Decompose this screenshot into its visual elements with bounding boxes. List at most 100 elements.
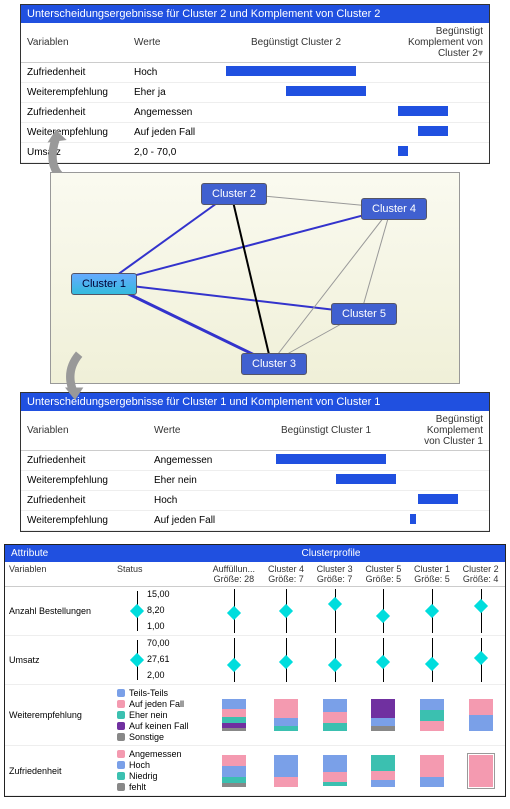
cluster-node-c4[interactable]: Cluster 4 <box>361 198 427 220</box>
scale-cell[interactable] <box>408 636 457 685</box>
swatch <box>117 772 125 780</box>
cluster-node-c1[interactable]: Cluster 1 <box>71 273 137 295</box>
cell-favors-cluster <box>250 451 402 471</box>
cell-favors-cluster <box>250 491 402 511</box>
scale-cell[interactable] <box>408 587 457 636</box>
table-row[interactable]: ZufriedenheitAngemessen <box>21 451 489 471</box>
cell-favors-cluster <box>250 471 402 491</box>
col-status[interactable]: Status <box>113 562 206 587</box>
col-favors-cluster[interactable]: Begünstigt Cluster 2 <box>220 23 372 63</box>
stack-cell[interactable] <box>262 746 311 796</box>
stack-cell[interactable] <box>408 685 457 746</box>
stack-cell[interactable] <box>359 685 408 746</box>
cell-favors-cluster <box>220 83 372 103</box>
favor-bar <box>410 514 416 524</box>
favor-bar <box>336 474 396 484</box>
col-favors-cluster[interactable]: Begünstigt Cluster 1 <box>250 411 402 451</box>
col-favors-complement[interactable]: Begünstigt Komplement von Cluster 1 <box>402 411 489 451</box>
category-legend: AngemessenHochNiedrigfehlt <box>117 749 202 792</box>
scale-cell[interactable] <box>262 587 311 636</box>
cell-favors-cluster <box>220 103 372 123</box>
legend-label: fehlt <box>129 782 146 792</box>
table-row[interactable]: Umsatz2,0 - 70,0 <box>21 143 489 163</box>
cell-value: Hoch <box>148 491 250 511</box>
panel-title: Unterscheidungsergebnisse für Cluster 2 … <box>27 8 380 20</box>
stack-cell[interactable] <box>456 685 505 746</box>
cell-value: Hoch <box>128 63 220 83</box>
cluster-node-c2[interactable]: Cluster 2 <box>201 183 267 205</box>
stack-cell[interactable] <box>206 685 262 746</box>
stacked-bar <box>222 755 246 787</box>
table-row[interactable]: ZufriedenheitAngemessen <box>21 103 489 123</box>
scale-cell[interactable] <box>359 587 408 636</box>
table-row[interactable]: WeiterempfehlungAuf jeden Fall <box>21 123 489 143</box>
col-variablen[interactable]: Variablen <box>21 23 128 63</box>
swatch <box>117 711 125 719</box>
table-row[interactable]: WeiterempfehlungEher nein <box>21 471 489 491</box>
legend-label: Hoch <box>129 760 150 770</box>
legend-label: Eher nein <box>129 710 168 720</box>
cell-variable: Zufriedenheit <box>21 451 148 471</box>
stack-cell[interactable] <box>456 746 505 796</box>
cluster-column[interactable]: Auffüllun...Größe: 28 <box>206 562 262 587</box>
cell-favors-complement <box>402 511 489 531</box>
cluster-column[interactable]: Cluster 5Größe: 5 <box>359 562 408 587</box>
stack-cell[interactable] <box>310 746 359 796</box>
cell-favors-complement <box>372 103 489 123</box>
scale-cell[interactable] <box>456 636 505 685</box>
legend-label: Sonstige <box>129 732 164 742</box>
stack-cell[interactable] <box>206 746 262 796</box>
stacked-bar <box>469 755 493 787</box>
scale-cell[interactable] <box>456 587 505 636</box>
filter-icon[interactable]: ▾ <box>478 48 483 59</box>
cluster-column[interactable]: Cluster 2Größe: 4 <box>456 562 505 587</box>
cluster-column[interactable]: Cluster 4Größe: 7 <box>262 562 311 587</box>
discrimination-panel-cluster1: Unterscheidungsergebnisse für Cluster 1 … <box>20 392 490 532</box>
table-row[interactable]: ZufriedenheitHoch <box>21 63 489 83</box>
table-row[interactable]: WeiterempfehlungAuf jeden Fall <box>21 511 489 531</box>
cell-favors-cluster <box>220 143 372 163</box>
stacked-bar <box>469 699 493 731</box>
scale-legend: 15,008,201,00 <box>117 589 177 633</box>
scale-cell[interactable] <box>359 636 408 685</box>
col-variablen[interactable]: Variablen <box>21 411 148 451</box>
col-werte[interactable]: Werte <box>128 23 220 63</box>
scale-cell[interactable] <box>310 636 359 685</box>
scale-cell[interactable] <box>262 636 311 685</box>
cluster-node-c5[interactable]: Cluster 5 <box>331 303 397 325</box>
stack-cell[interactable] <box>408 746 457 796</box>
cell-favors-complement <box>372 83 489 103</box>
table-row[interactable]: WeiterempfehlungEher ja <box>21 83 489 103</box>
swatch <box>117 700 125 708</box>
cluster-graph[interactable]: Cluster 1 Cluster 2 Cluster 3 Cluster 4 Clus… <box>50 172 460 384</box>
table-row[interactable]: ZufriedenheitHoch <box>21 491 489 511</box>
scale-cell[interactable] <box>206 587 262 636</box>
stack-cell[interactable] <box>262 685 311 746</box>
favor-bar <box>418 126 448 136</box>
row-status: Teils-TeilsAuf jeden FallEher neinAuf ke… <box>113 685 206 746</box>
cell-variable: Weiterempfehlung <box>21 511 148 531</box>
profiles-table: Variablen Status Auffüllun...Größe: 28Cl… <box>5 562 505 796</box>
row-status: 70,0027,612,00 <box>113 636 206 685</box>
col-werte[interactable]: Werte <box>148 411 250 451</box>
stack-cell[interactable] <box>359 746 408 796</box>
cell-variable: Zufriedenheit <box>21 103 128 123</box>
callout-arrow-down <box>55 350 95 400</box>
cluster-column[interactable]: Cluster 3Größe: 7 <box>310 562 359 587</box>
stack-cell[interactable] <box>310 685 359 746</box>
scale-cell[interactable] <box>310 587 359 636</box>
cell-value: Auf jeden Fall <box>148 511 250 531</box>
swatch <box>117 689 125 697</box>
cluster-column[interactable]: Cluster 1Größe: 5 <box>408 562 457 587</box>
results-table: Variablen Werte Begünstigt Cluster 1 Beg… <box>21 411 489 531</box>
col-variablen[interactable]: Variablen <box>5 562 113 587</box>
col-favors-complement[interactable]: Begünstigt Komplement von Cluster 2 ▾ <box>372 23 489 63</box>
scale-cell[interactable] <box>206 636 262 685</box>
cell-favors-cluster <box>220 63 372 83</box>
row-variable: Weiterempfehlung <box>5 685 113 746</box>
stacked-bar <box>222 699 246 731</box>
cell-favors-complement <box>372 63 489 83</box>
stacked-bar <box>274 755 298 787</box>
cluster-node-c3[interactable]: Cluster 3 <box>241 353 307 375</box>
swatch <box>117 761 125 769</box>
